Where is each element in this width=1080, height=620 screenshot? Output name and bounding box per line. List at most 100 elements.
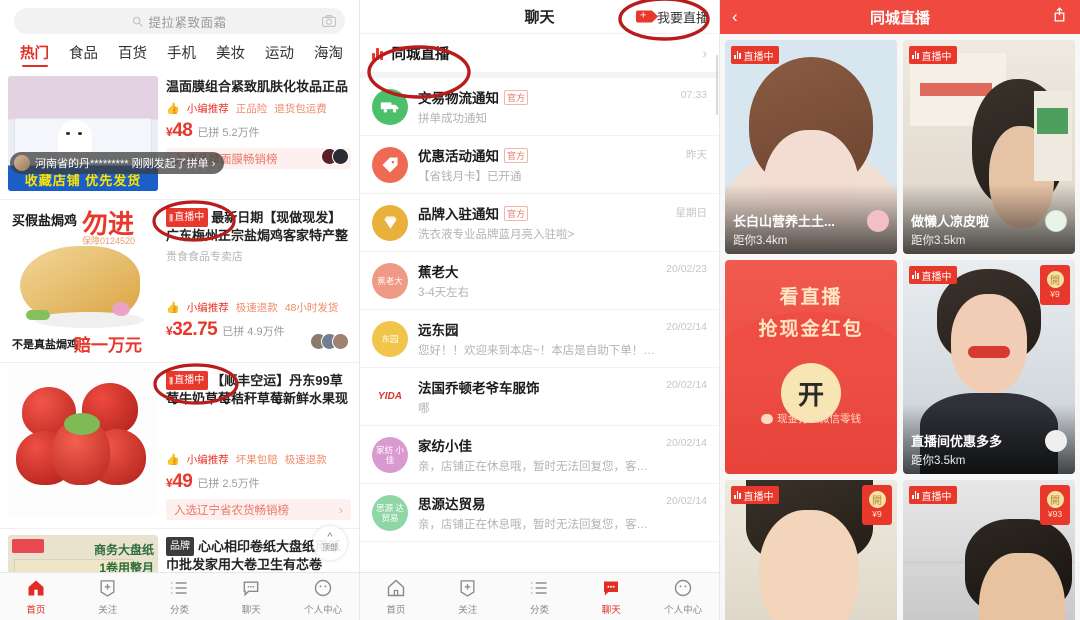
chat-tabbar: 首页 关注 分类 聊天 个人中心: [360, 572, 719, 620]
product-sold: 已拼 5.2万件: [197, 127, 260, 139]
product-tags: 👍 小编推荐 极速退款 48小时发货: [166, 300, 351, 315]
tab-category[interactable]: 分类: [144, 578, 216, 616]
tab-profile[interactable]: 个人中心: [287, 578, 359, 616]
product-image[interactable]: [8, 369, 158, 517]
tab-chat[interactable]: 聊天: [575, 578, 647, 616]
search-area: 提拉紧致面霜: [0, 0, 359, 40]
live-badge-label: 直播中: [174, 375, 205, 386]
category-tab-6[interactable]: 海淘: [304, 42, 353, 67]
search-input[interactable]: 提拉紧致面霜: [14, 8, 345, 34]
redpacket-badge[interactable]: 開 ¥93: [1040, 485, 1070, 525]
live-cell[interactable]: 直播中 開 ¥9: [725, 480, 897, 620]
live-distance: 距你3.4km: [733, 235, 788, 247]
streamer-avatar: [1045, 430, 1067, 452]
buyer-avatars: [310, 333, 349, 350]
product-card[interactable]: ||| 直播中 【顺丰空运】丹东99草莓牛奶草莓秸秆草莓新鲜水果现 👍 小编推荐 坏…: [0, 363, 359, 529]
category-tab-0[interactable]: 热门: [10, 42, 59, 67]
live-cell[interactable]: 直播中 做懒人凉皮啦 距你3.5km: [903, 40, 1075, 254]
live-distance: 距你3.5km: [911, 455, 966, 467]
tab-label: 个人中心: [664, 604, 703, 616]
redpacket-amount: ¥9: [1050, 289, 1060, 299]
product-image[interactable]: 买假盐焗鸡 勿进 保障0124520 不是真盐焗鸡 赔一万元: [8, 206, 158, 354]
search-icon: [133, 16, 144, 27]
panel-chat: 聊天 我要直播 同城直播 › 交易物流通知官方 拼单成功通知 07: [360, 0, 720, 620]
tag-icon: [372, 146, 408, 183]
chat-row[interactable]: 交易物流通知 官方 拼单成功通知 07:33: [360, 78, 719, 136]
chat-row[interactable]: 思源 达贸易 思源达贸易 亲，店铺正在休息哦，暂时无法回复您，客服上... 20…: [360, 484, 719, 542]
chat-name: 法国乔顿老爷车服饰: [418, 381, 540, 396]
avatar-text: YIDA: [378, 390, 402, 402]
product-tag: 小编推荐: [186, 302, 229, 314]
chat-row[interactable]: 家纺 小佳 家纺小佳 亲，店铺正在休息哦，暂时无法回复您，客服上... 20/0…: [360, 426, 719, 484]
chat-row[interactable]: 品牌入驻通知 官方 洗衣液专业品牌蓝月亮入驻啦> 星期日: [360, 194, 719, 252]
wechat-icon: [761, 413, 773, 424]
chat-header: 聊天 我要直播: [360, 0, 719, 34]
live-badge: 直播中: [909, 486, 957, 504]
streamer-avatar: [1045, 210, 1067, 232]
chat-name: 思源达贸易: [418, 497, 486, 512]
redpacket-badge[interactable]: 開 ¥9: [862, 485, 892, 525]
scrollbar-thumb[interactable]: [716, 55, 718, 115]
category-tab-7[interactable]: 水果: [353, 42, 359, 67]
product-image-caption: 商务大盘纸: [93, 543, 154, 557]
tab-chat[interactable]: 聊天: [215, 578, 287, 616]
chat-row[interactable]: 优惠活动通知 官方 【省钱月卡】已开通 昨天: [360, 136, 719, 194]
thumbs-up-icon: 👍: [166, 454, 180, 466]
avatar: 蕉老大: [372, 262, 408, 299]
category-tab-5[interactable]: 运动: [255, 42, 304, 67]
product-tags: 👍 小编推荐 坏果包赔 极速退款: [166, 452, 351, 467]
tab-home[interactable]: 首页: [360, 578, 432, 616]
tab-category[interactable]: 分类: [504, 578, 576, 616]
product-card[interactable]: 收藏店铺 优先发货 温面膜组合紧致肌肤化妆品正品 👍 小编推荐 正品险 退货包运…: [0, 70, 359, 200]
chat-preview: 哪: [418, 403, 430, 415]
pintuan-toast[interactable]: 河南省的丹********* 刚刚发起了拼单 ›: [10, 152, 225, 174]
product-card[interactable]: 买假盐焗鸡 勿进 保障0124520 不是真盐焗鸡 赔一万元 ||| 直播中 最新日…: [0, 200, 359, 363]
redpacket-promo-cell[interactable]: 看直播 抢现金红包 开 现金打入微信零钱: [725, 260, 897, 474]
tab-follow[interactable]: 关注: [432, 578, 504, 616]
price-value: 32.75: [172, 319, 218, 340]
go-live-button[interactable]: 我要直播: [635, 7, 709, 26]
home-icon: [26, 578, 46, 599]
product-sold: 已拼 2.5万件: [197, 478, 260, 490]
chat-row[interactable]: YIDA 法国乔顿老爷车服饰 哪 20/02/14: [360, 368, 719, 426]
chat-row[interactable]: 东园 远东园 您好！！欢迎来到本店~！本店是自助下单！喜... 20/02/14: [360, 310, 719, 368]
tab-label: 分类: [169, 604, 189, 616]
tab-home[interactable]: 首页: [0, 578, 72, 616]
live-cell[interactable]: 直播中 開 ¥9 直播间优惠多多 距你3.5km: [903, 260, 1075, 474]
category-tab-4[interactable]: 美妆: [206, 42, 255, 67]
chat-row[interactable]: 蕉老大 蕉老大 3-4天左右 20/02/23: [360, 252, 719, 310]
tab-label: 聊天: [601, 604, 621, 616]
chat-name: 优惠活动通知: [418, 149, 499, 164]
home-icon: [386, 578, 406, 599]
product-rank-strip[interactable]: 入选辽宁省农货畅销榜 ›: [166, 499, 351, 520]
back-to-top-button[interactable]: ^ 顶部: [313, 526, 347, 560]
product-price: ¥32.75: [166, 319, 218, 340]
city-live-entry[interactable]: 同城直播 ›: [360, 34, 719, 78]
share-icon[interactable]: [1051, 6, 1068, 29]
official-badge: 官方: [504, 89, 529, 105]
product-info: ||| 直播中 【顺丰空运】丹东99草莓牛奶草莓秸秆草莓新鲜水果现 👍 小编推荐 坏…: [166, 369, 351, 520]
category-tab-3[interactable]: 手机: [157, 42, 206, 67]
chevron-left-icon[interactable]: ‹: [732, 7, 738, 27]
category-tabs[interactable]: 热门 食品 百货 手机 美妆 运动 海淘 水果: [0, 40, 359, 70]
product-shop: 贵食食品专卖店: [166, 251, 243, 263]
live-cell[interactable]: 直播中 開 ¥93: [903, 480, 1075, 620]
tab-profile[interactable]: 个人中心: [647, 578, 719, 616]
category-tab-2[interactable]: 百货: [108, 42, 157, 67]
camera-icon[interactable]: [322, 15, 336, 27]
chat-preview: 亲，店铺正在休息哦，暂时无法回复您，客服上...: [418, 461, 657, 473]
live-cell[interactable]: 直播中 长白山营养土土... 距你3.4km: [725, 40, 897, 254]
redpacket-badge[interactable]: 開 ¥9: [1040, 265, 1070, 305]
tab-label: 关注: [458, 604, 478, 616]
tab-follow[interactable]: 关注: [72, 578, 144, 616]
category-tab-1[interactable]: 食品: [59, 42, 108, 67]
product-title: 温面膜组合紧致肌肤化妆品正品: [166, 79, 349, 94]
chat-preview: 洗衣液专业品牌蓝月亮入驻啦>: [418, 229, 575, 241]
chat-row-content: 优惠活动通知 官方 【省钱月卡】已开通: [418, 145, 676, 184]
thumbs-up-icon: 👍: [166, 302, 180, 314]
product-tag: 极速退款: [284, 454, 327, 466]
live-header-title: 同城直播: [869, 9, 930, 27]
chat-row-content: 法国乔顿老爷车服饰 哪: [418, 377, 656, 416]
product-price: ¥48: [166, 120, 193, 141]
live-badge-label: 直播中: [921, 491, 952, 503]
